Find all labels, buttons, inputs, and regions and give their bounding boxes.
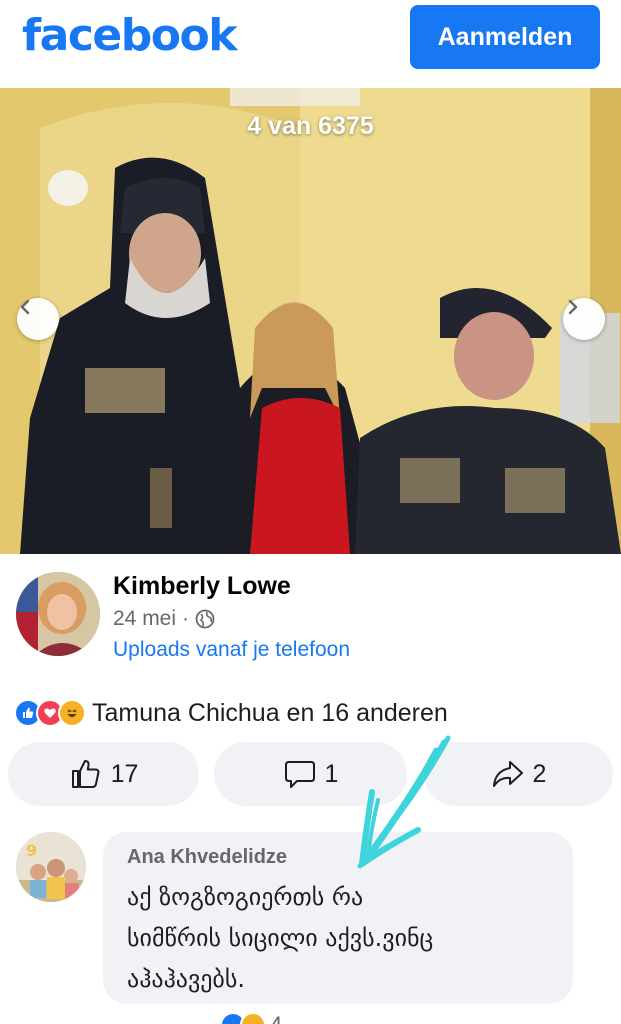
comment-text: აქ ზოგზოგიერთს რა სიმწრის სიცილი აქვს.ვი… [127,877,549,1000]
post-source-link[interactable]: Uploads vanaf je telefoon [113,638,350,662]
post-meta: 24 mei · [113,607,215,631]
svg-text:9: 9 [26,841,37,860]
haha-icon [58,699,86,727]
reactions-text: Tamuna Chichua en 16 anderen [92,698,448,727]
reactions-summary[interactable]: Tamuna Chichua en 16 anderen [14,698,448,728]
post-photo[interactable]: 4 van 6375 [0,88,621,554]
globe-icon [195,609,215,629]
avatar-image [16,572,100,656]
photo-counter: 4 van 6375 [247,112,374,140]
comment-line: აჰაჰავებს. [127,965,246,993]
meta-separator: · [182,607,190,630]
comment-button[interactable]: 1 [214,742,407,806]
share-button[interactable]: 2 [424,742,613,806]
login-button[interactable]: Aanmelden [410,5,600,69]
comment-reactions[interactable]: 4 [220,1012,282,1024]
haha-icon [240,1012,266,1024]
author-avatar[interactable] [16,572,100,656]
share-icon [492,761,523,787]
comment-count: 1 [324,759,339,788]
chevron-right-icon [568,299,578,315]
comment-line: სიმწრის სიცილი აქვს.ვინც [127,924,434,952]
previous-photo-button[interactable] [17,298,59,340]
thumbs-up-icon [71,760,100,788]
photo-illustration [0,88,621,554]
share-count: 2 [532,759,547,788]
comment-author[interactable]: Ana Khvedelidze [127,846,549,869]
next-photo-button[interactable] [563,298,605,340]
comment-line: აქ ზოგზოგიერთს რა [127,883,364,911]
top-bar: facebook Aanmelden [0,0,621,86]
comment-icon [284,761,315,788]
comment-bubble: Ana Khvedelidze აქ ზოგზოგიერთს რა სიმწრი… [103,832,573,1004]
comment-reaction-count: 4 [270,1012,282,1024]
chevron-left-icon [20,299,30,315]
facebook-logo[interactable]: facebook [22,10,237,61]
post-date[interactable]: 24 mei [113,607,176,631]
author-name[interactable]: Kimberly Lowe [113,572,291,601]
like-count: 17 [110,759,139,788]
commenter-avatar[interactable]: 9 [16,832,86,902]
like-button[interactable]: 17 [8,742,199,806]
avatar-image: 9 [16,832,86,902]
